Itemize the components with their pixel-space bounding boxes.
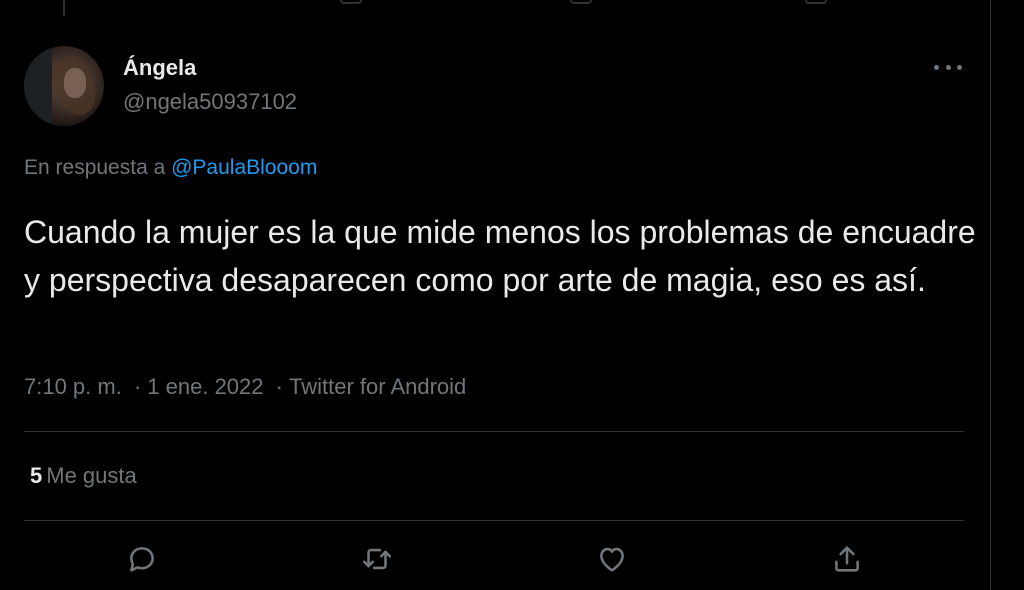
reply-icon [130, 547, 154, 572]
divider [24, 520, 964, 521]
likes-stat[interactable]: 5 Me gusta [30, 463, 137, 489]
retweet-button[interactable] [359, 541, 395, 577]
retweet-icon [362, 548, 392, 570]
divider [24, 431, 964, 432]
more-options-icon[interactable] [934, 56, 962, 78]
tweet-source[interactable]: Twitter for Android [289, 374, 466, 399]
previous-tweet-icon-partial [340, 0, 362, 4]
like-button[interactable] [594, 541, 630, 577]
avatar[interactable] [24, 46, 104, 126]
share-icon [835, 546, 859, 572]
reply-context: En respuesta a @PaulaBlooom [24, 156, 317, 180]
previous-tweet-icon-partial [570, 0, 592, 4]
reply-button[interactable] [124, 541, 160, 577]
column-border [990, 0, 991, 590]
share-button[interactable] [829, 541, 865, 577]
author-display-name[interactable]: Ángela [123, 55, 196, 81]
author-handle[interactable]: @ngela50937102 [123, 89, 297, 115]
tweet-text: Cuando la mujer es la que mide menos los… [24, 214, 976, 298]
likes-label: Me gusta [46, 463, 137, 488]
tweet-detail-view: Ángela @ngela50937102 En respuesta a @Pa… [0, 0, 1024, 590]
meta-separator: · [275, 374, 283, 399]
reply-prefix: En respuesta a [24, 156, 166, 179]
tweet-date[interactable]: 1 ene. 2022 [147, 374, 263, 399]
likes-count: 5 [30, 463, 43, 488]
thread-connector-line [63, 0, 65, 16]
tweet-time[interactable]: 7:10 p. m. [24, 374, 122, 399]
tweet-metadata: 7:10 p. m. · 1 ene. 2022 · Twitter for And… [24, 374, 466, 400]
reply-mention-link[interactable]: @PaulaBlooom [171, 156, 317, 179]
heart-icon [600, 547, 624, 572]
meta-separator: · [133, 374, 142, 399]
previous-tweet-icon-partial [805, 0, 827, 4]
